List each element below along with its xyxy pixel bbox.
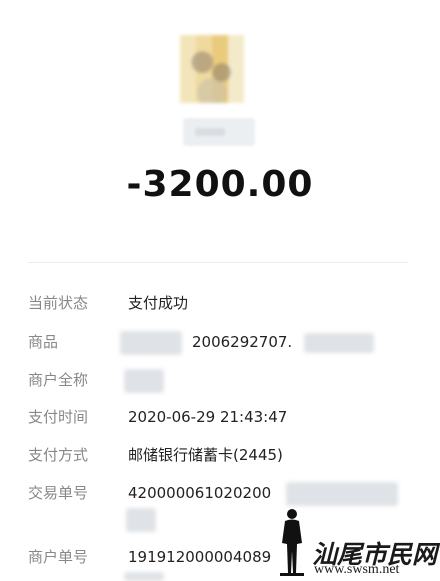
standing-figure-icon — [280, 509, 304, 576]
redacted-block — [304, 333, 374, 353]
detail-label: 商户单号 — [28, 548, 89, 566]
detail-value: 420000061020200 — [128, 484, 272, 502]
redacted-block — [120, 331, 182, 355]
detail-value: 2020-06-29 21:43:47 — [128, 408, 288, 426]
payment-amount: -3200.00 — [126, 164, 314, 205]
detail-label: 商品 — [28, 333, 59, 351]
divider — [28, 262, 408, 263]
detail-label: 商户全称 — [28, 371, 89, 389]
redacted-block — [124, 572, 164, 581]
watermark-url: www.swsm.net — [314, 562, 400, 577]
redacted-block — [124, 369, 164, 393]
detail-value: 2006292707. — [192, 333, 293, 351]
detail-value: 191912000004089 — [128, 548, 272, 566]
detail-value: 支付成功 — [128, 294, 189, 312]
site-watermark: 汕尾市民网 www.swsm.net — [270, 505, 440, 581]
redacted-block — [286, 482, 398, 506]
detail-label: 支付方式 — [28, 446, 89, 464]
payee-name-blurred — [183, 118, 255, 146]
payee-avatar — [180, 35, 244, 103]
redacted-block — [126, 508, 156, 532]
detail-value: 邮储银行储蓄卡(2445) — [128, 446, 283, 464]
detail-label: 交易单号 — [28, 484, 89, 502]
detail-label: 支付时间 — [28, 408, 89, 426]
detail-label: 当前状态 — [28, 294, 89, 312]
